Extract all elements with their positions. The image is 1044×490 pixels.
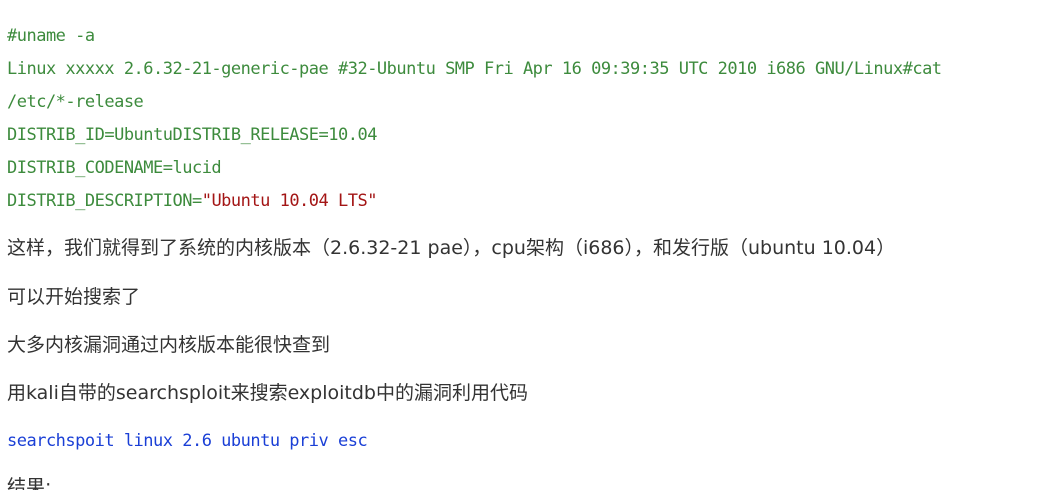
code-line: #uname -a: [7, 26, 95, 46]
paragraph-start-search: 可以开始搜索了: [7, 286, 141, 308]
article-page: #uname -a Linux xxxxx 2.6.32-21-generic-…: [0, 0, 1044, 490]
paragraph-result: 结果:: [7, 476, 52, 490]
code-key: DISTRIB_DESCRIPTION=: [7, 191, 202, 211]
code-line: Linux xxxxx 2.6.32-21-generic-pae #32-Ub…: [7, 59, 942, 79]
searchsploit-command: searchspoit linux 2.6 ubuntu priv esc: [7, 431, 368, 451]
paragraph-kernel-info: 这样，我们就得到了系统的内核版本（2.6.32-21 pae），cpu架构（i6…: [7, 237, 896, 259]
paragraph-searchsploit: 用kali自带的searchsploit来搜索exploitdb中的漏洞利用代码: [7, 382, 528, 404]
code-string-value: "Ubuntu 10.04 LTS": [201, 191, 378, 211]
code-line: DISTRIB_CODENAME=lucid: [7, 158, 222, 178]
paragraph-kernel-vulns: 大多内核漏洞通过内核版本能很快查到: [7, 334, 331, 356]
code-line: DISTRIB_ID=UbuntuDISTRIB_RELEASE=10.04: [7, 125, 377, 145]
code-line: /etc/*-release: [7, 92, 144, 112]
code-line-description: DISTRIB_DESCRIPTION="Ubuntu 10.04 LTS": [7, 190, 377, 212]
